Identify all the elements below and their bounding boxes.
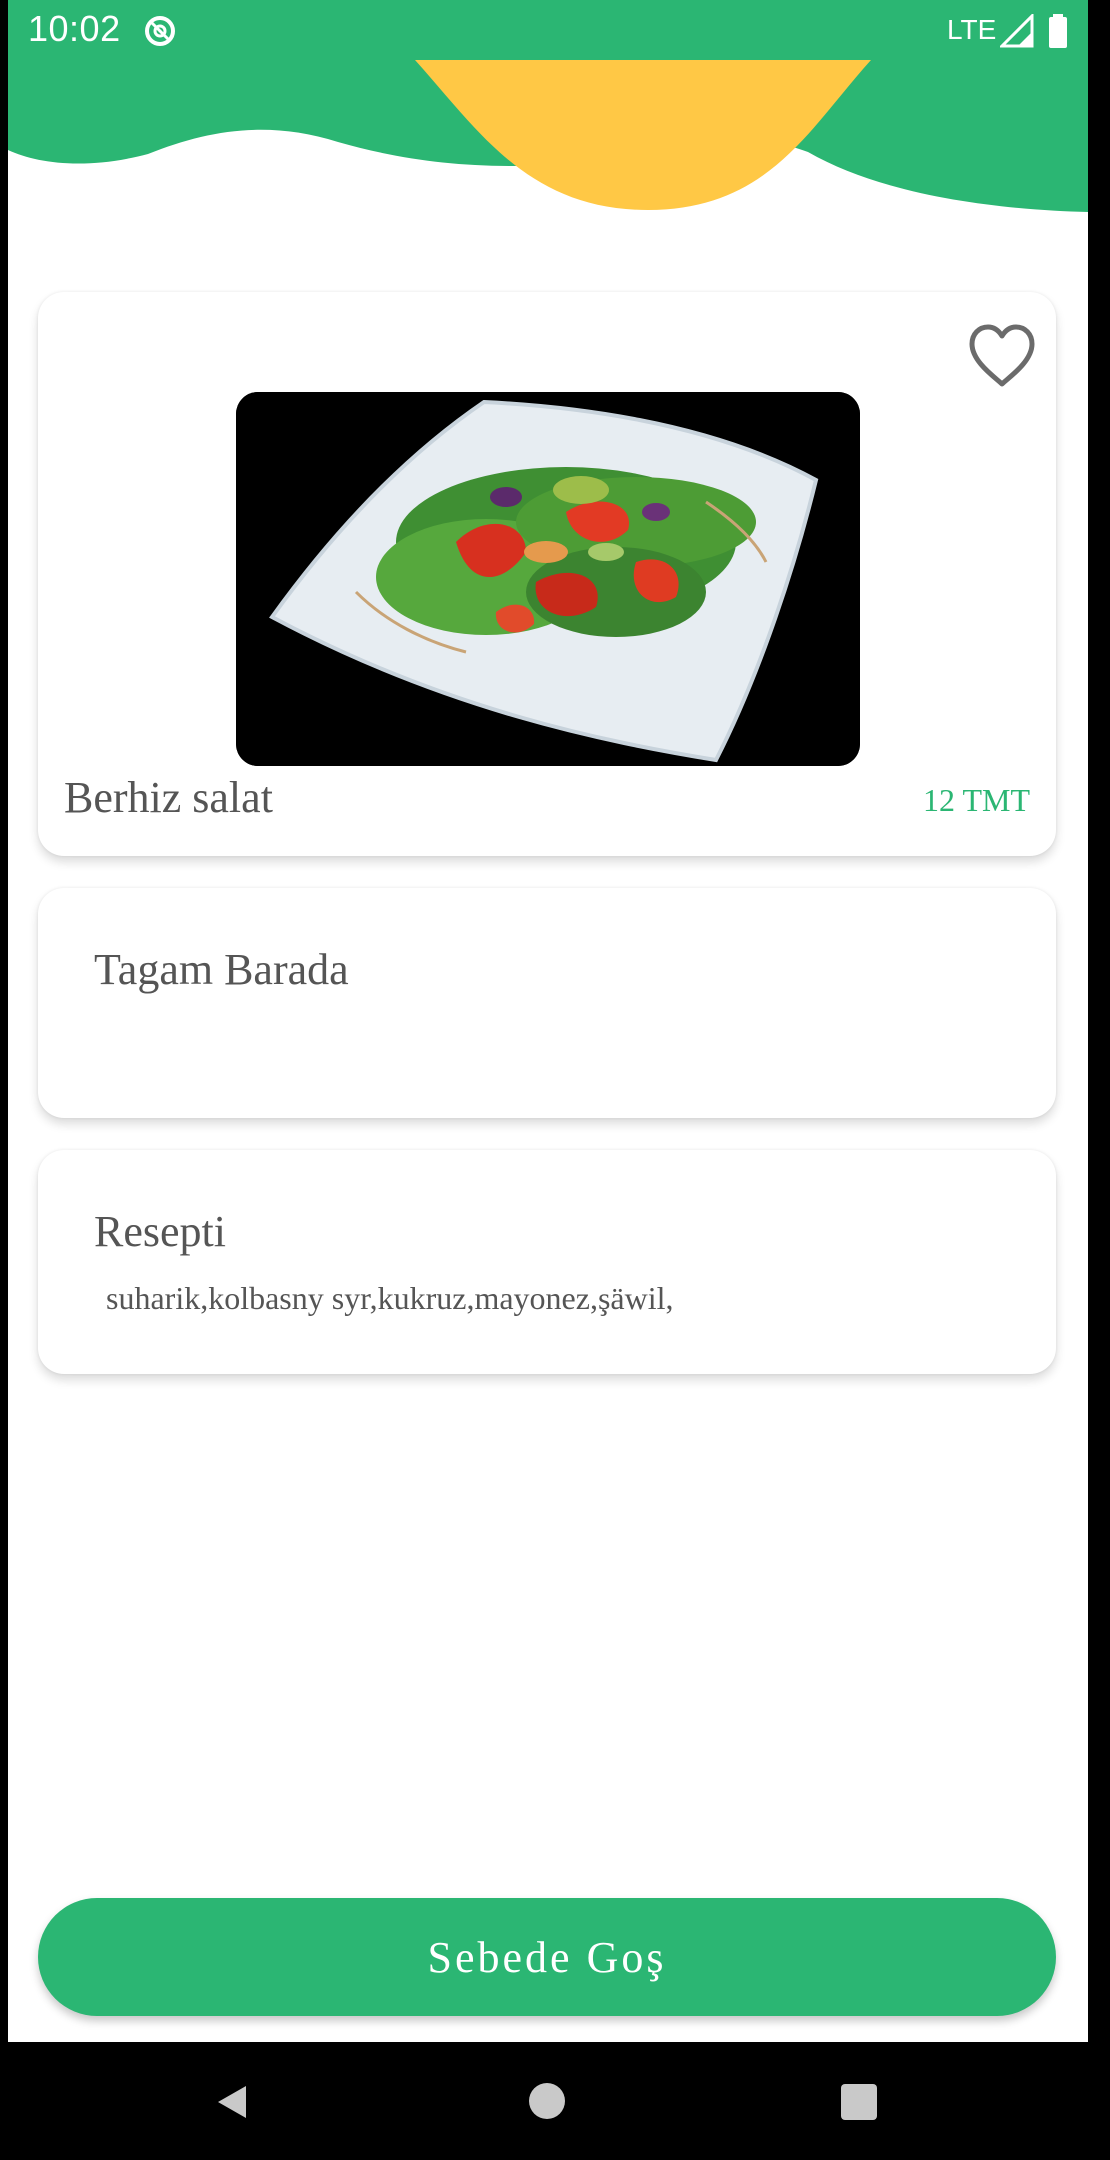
status-bar: 10:02 LTE — [8, 0, 1088, 62]
home-icon[interactable] — [529, 2083, 565, 2119]
about-title: Tagam Barada — [94, 945, 349, 994]
about-card: Tagam Barada — [38, 888, 1056, 1118]
food-image — [236, 392, 860, 766]
food-name: Berhiz salat — [64, 773, 273, 822]
heart-outline-icon[interactable] — [966, 322, 1038, 390]
signal-icon — [1000, 14, 1034, 48]
salad-photo — [236, 392, 860, 766]
app-notification-icon — [145, 16, 175, 46]
add-to-cart-button[interactable]: Sebede Goş — [38, 1898, 1056, 2016]
food-price: 12 TMT — [923, 782, 1030, 818]
header-wave-decoration — [8, 60, 1088, 212]
recents-icon[interactable] — [841, 2084, 877, 2120]
back-icon[interactable] — [212, 2082, 252, 2122]
status-time: 10:02 — [28, 8, 121, 49]
food-card[interactable]: Berhiz salat 12 TMT — [38, 292, 1056, 856]
recipe-card: Resepti suharik,kolbasny syr,kukruz,mayo… — [38, 1150, 1056, 1374]
battery-icon — [1049, 14, 1067, 48]
recipe-ingredients: suharik,kolbasny syr,kukruz,mayonez,şäwi… — [106, 1280, 674, 1316]
app-screen: 10:02 LTE Berhiz salat 12 TMT Tagam Bara… — [8, 0, 1088, 2042]
recipe-title: Resepti — [94, 1207, 226, 1256]
network-type-label: LTE — [947, 14, 997, 45]
